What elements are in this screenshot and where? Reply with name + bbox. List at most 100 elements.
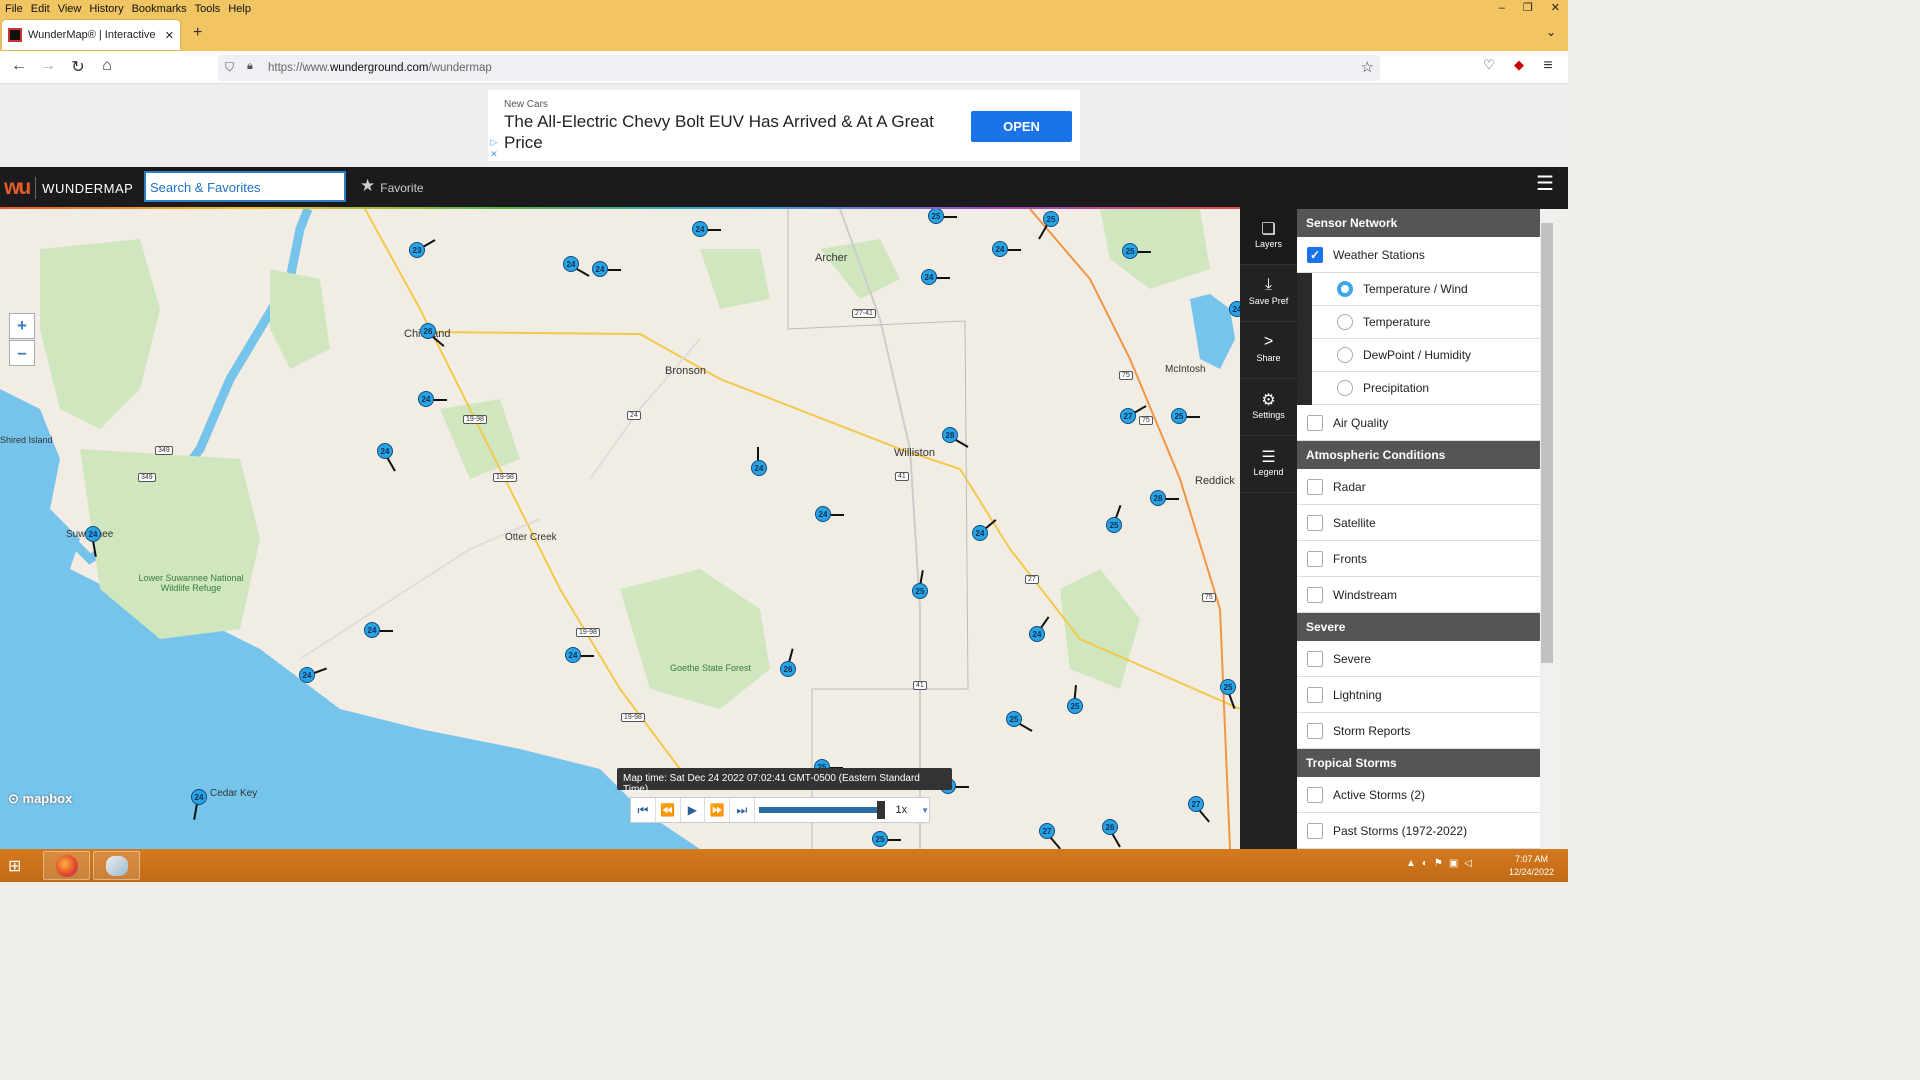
station-marker[interactable]: 24 — [751, 447, 767, 476]
mapbox-attribution[interactable]: ⊙ mapbox — [8, 791, 72, 807]
menu-view[interactable]: View — [54, 3, 86, 15]
favorite-button[interactable]: ★ Favorite — [360, 176, 424, 196]
skip-start-icon[interactable]: ⏮ — [631, 798, 656, 822]
panel-scrollbar[interactable] — [1540, 209, 1554, 849]
nav-share[interactable]: > Share — [1240, 323, 1297, 379]
windows-start-icon[interactable]: ⊞ — [8, 856, 30, 876]
extension-icon[interactable]: ◆ — [1509, 57, 1529, 73]
station-marker[interactable]: 26 — [420, 323, 445, 347]
layer-severe[interactable]: Severe — [1297, 641, 1540, 677]
station-marker[interactable]: 24 — [592, 261, 621, 277]
station-marker[interactable]: 24 — [692, 221, 721, 237]
station-marker[interactable]: 25 — [1122, 243, 1151, 259]
station-marker[interactable]: 25 — [1106, 504, 1122, 533]
radio[interactable] — [1337, 347, 1353, 363]
station-marker[interactable]: 25 — [1038, 211, 1059, 240]
url-bar[interactable]: ⛉ 🔒︎ https://www.wunderground.com/wunder… — [218, 55, 1380, 81]
chevron-down-icon[interactable]: ⌄ — [1546, 25, 1556, 39]
checkbox[interactable] — [1307, 686, 1323, 703]
zoom-in-button[interactable]: + — [9, 313, 35, 339]
firefox-taskbar-button[interactable] — [43, 851, 90, 880]
layer-radar[interactable]: Radar — [1297, 469, 1540, 505]
station-marker[interactable]: 24 — [1029, 616, 1050, 642]
checkbox[interactable] — [1307, 550, 1323, 567]
playback-speed[interactable]: 1x — [895, 804, 907, 816]
layer-lightning[interactable]: Lightning — [1297, 677, 1540, 713]
checkbox[interactable] — [1307, 514, 1323, 531]
station-marker[interactable]: 27 — [1039, 823, 1061, 849]
station-marker[interactable]: 24 — [815, 506, 844, 522]
station-marker[interactable]: 27 — [1120, 405, 1147, 424]
ad-headline[interactable]: The All-Electric Chevy Bolt EUV Has Arri… — [504, 111, 944, 153]
layer-past-storms[interactable]: Past Storms (1972-2022) — [1297, 813, 1540, 849]
station-marker[interactable]: 24 — [377, 443, 396, 472]
station-marker[interactable]: 24 — [85, 526, 101, 557]
menu-bookmarks[interactable]: Bookmarks — [128, 3, 191, 15]
layer-air-quality[interactable]: Air Quality — [1297, 405, 1540, 441]
map-canvas[interactable]: Archer Chiefland Bronson McIntosh Willis… — [0, 209, 1240, 849]
station-marker[interactable]: 28 — [1150, 490, 1179, 506]
checkbox[interactable] — [1307, 786, 1323, 803]
restore-icon[interactable]: ❐ — [1523, 0, 1533, 17]
station-marker[interactable]: 24 — [992, 241, 1021, 257]
station-marker[interactable]: 24 — [418, 391, 447, 407]
radio[interactable] — [1337, 380, 1353, 396]
shield-icon[interactable]: ⛉ — [225, 60, 234, 75]
close-window-icon[interactable]: ✕ — [1551, 0, 1560, 17]
bookmark-star-icon[interactable]: ☆ — [1361, 58, 1374, 76]
hamburger-icon[interactable]: ☰ — [1536, 171, 1554, 196]
lock-icon[interactable]: 🔒︎ — [247, 60, 253, 73]
layer-weather-stations[interactable]: ✓ Weather Stations — [1297, 237, 1540, 273]
ad-choices-icon[interactable]: ▷ ✕ — [488, 136, 500, 160]
station-marker[interactable]: 24 — [1229, 301, 1240, 317]
option-temperature[interactable]: Temperature — [1312, 306, 1540, 339]
checkbox[interactable] — [1307, 586, 1323, 603]
browser-tab[interactable]: WunderMap® | Interactive We ✕ — [2, 20, 180, 50]
station-marker[interactable]: 25 — [1220, 679, 1236, 710]
search-input[interactable]: Search & Favorites — [144, 171, 346, 202]
pocket-icon[interactable]: ♡ — [1479, 57, 1499, 73]
station-marker[interactable]: 25 — [1171, 408, 1200, 424]
checkbox[interactable] — [1307, 822, 1323, 839]
skip-end-icon[interactable]: ⏭ — [730, 798, 755, 822]
clock[interactable]: 7:07 AM 12/24/2022 — [1509, 853, 1554, 879]
station-marker[interactable]: 24 — [299, 667, 328, 683]
slider-thumb[interactable] — [876, 801, 885, 819]
checkbox[interactable] — [1307, 650, 1323, 667]
nav-settings[interactable]: ⚙ Settings — [1240, 380, 1297, 436]
checkbox[interactable] — [1307, 414, 1323, 431]
close-tab-icon[interactable]: ✕ — [165, 29, 174, 42]
ad-banner[interactable]: New Cars The All-Electric Chevy Bolt EUV… — [488, 90, 1080, 161]
station-marker[interactable]: 24 — [364, 622, 393, 638]
fast-forward-icon[interactable]: ⏩ — [705, 798, 730, 822]
nav-legend[interactable]: ☰ Legend — [1240, 437, 1297, 493]
station-marker[interactable]: 24 — [972, 519, 997, 541]
layer-satellite[interactable]: Satellite — [1297, 505, 1540, 541]
menu-icon[interactable]: ≡ — [1538, 57, 1558, 75]
menu-help[interactable]: Help — [224, 3, 255, 15]
checkbox[interactable] — [1307, 478, 1323, 495]
station-marker[interactable]: 25 — [872, 831, 901, 847]
station-marker[interactable]: 24 — [921, 269, 950, 285]
layer-windstream[interactable]: Windstream — [1297, 577, 1540, 613]
play-icon[interactable]: ▶ — [681, 798, 706, 822]
checkbox-checked[interactable]: ✓ — [1307, 246, 1323, 263]
station-marker[interactable]: 25 — [912, 570, 928, 599]
station-marker[interactable]: 28 — [942, 427, 969, 448]
nav-layers[interactable]: ❏ Layers — [1240, 209, 1297, 265]
menu-edit[interactable]: Edit — [27, 3, 54, 15]
layer-active-storms[interactable]: Active Storms (2) — [1297, 777, 1540, 813]
menu-tools[interactable]: Tools — [191, 3, 225, 15]
rewind-icon[interactable]: ⏪ — [656, 798, 681, 822]
new-tab-icon[interactable]: + — [193, 24, 202, 42]
back-icon[interactable]: ← — [9, 57, 29, 75]
playback-slider[interactable] — [758, 801, 885, 819]
scrollbar-thumb[interactable] — [1541, 223, 1553, 663]
station-marker[interactable]: 24 — [191, 789, 207, 820]
station-marker[interactable]: 24 — [565, 647, 594, 663]
menu-history[interactable]: History — [85, 3, 127, 15]
nav-save-pref[interactable]: ⤓ Save Pref — [1240, 266, 1297, 322]
layer-storm-reports[interactable]: Storm Reports — [1297, 713, 1540, 749]
chevron-down-icon[interactable]: ▼ — [921, 806, 929, 815]
reload-icon[interactable]: ↻ — [68, 57, 88, 77]
